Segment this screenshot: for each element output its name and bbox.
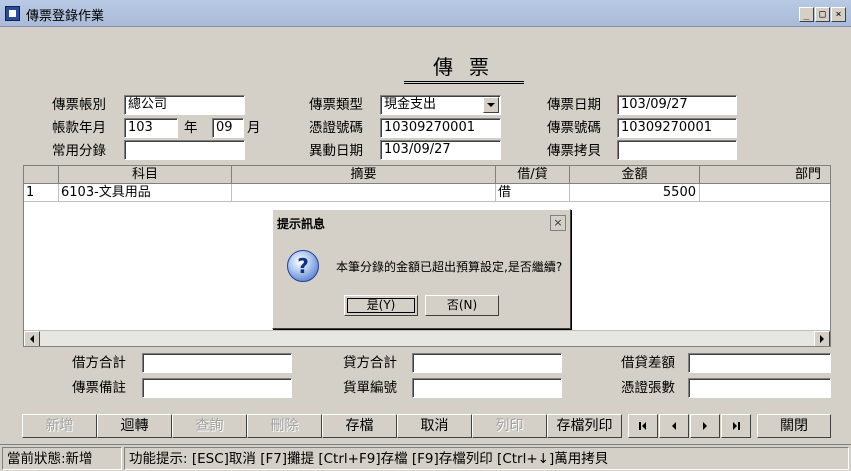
- number-label: 傳票號碼: [547, 120, 601, 136]
- maximize-button[interactable]: □: [815, 7, 830, 22]
- bill-no-label: 貨單編號: [343, 380, 397, 396]
- number-field[interactable]: 10309270001: [617, 118, 737, 138]
- change-date-label: 異動日期: [309, 143, 363, 159]
- scroll-right-button[interactable]: [814, 331, 830, 346]
- difference-label: 借貸差額: [621, 355, 675, 371]
- delete-button[interactable]: 刪除: [247, 414, 322, 438]
- ledger-label: 傳票帳別: [52, 97, 106, 113]
- row-account[interactable]: 6103-文具用品: [59, 184, 232, 202]
- prompt-dialog[interactable]: 提示訊息 × ? 本筆分錄的金額已超出預算設定,是否繼續? 是(Y) 否(N): [272, 209, 571, 329]
- yes-button[interactable]: 是(Y): [344, 295, 418, 316]
- debit-total-label: 借方合計: [72, 355, 126, 371]
- grid-header-dc[interactable]: 借/貸: [496, 166, 570, 184]
- remark-label: 傳票備註: [72, 380, 126, 396]
- voucher-count-label: 憑證張數: [621, 380, 675, 396]
- voucher-count-field[interactable]: [688, 378, 831, 398]
- prev-record-button[interactable]: [659, 414, 689, 438]
- grid-header-summary[interactable]: 摘要: [232, 166, 496, 184]
- bill-no-field[interactable]: [412, 378, 562, 398]
- first-record-button[interactable]: [628, 414, 658, 438]
- row-amount[interactable]: 5500: [570, 184, 700, 202]
- dialog-title: 提示訊息: [277, 217, 326, 231]
- dialog-close-button[interactable]: ×: [550, 215, 566, 231]
- query-button[interactable]: 查詢: [172, 414, 247, 438]
- voucher-no-label: 憑證號碼: [309, 120, 363, 136]
- dialog-message: 本筆分錄的金額已超出預算設定,是否繼續?: [336, 260, 563, 274]
- grid-header: 科目 摘要 借/貸 金額 部門: [24, 166, 830, 184]
- grid-header-amount[interactable]: 金額: [570, 166, 700, 184]
- row-summary[interactable]: [232, 184, 496, 202]
- voucher-no-field[interactable]: 10309270001: [380, 118, 501, 138]
- status-hint: 功能提示: [ESC]取消 [F7]攤提 [Ctrl+F9]存檔 [F9]存檔列…: [124, 447, 849, 470]
- print-button[interactable]: 列印: [472, 414, 547, 438]
- copy-label: 傳票拷貝: [547, 143, 601, 159]
- app-icon: [5, 6, 20, 21]
- grid-header-account[interactable]: 科目: [59, 166, 232, 184]
- no-button[interactable]: 否(N): [425, 295, 499, 316]
- save-button[interactable]: 存檔: [322, 414, 397, 438]
- year-unit: 年: [184, 120, 198, 136]
- horizontal-scrollbar[interactable]: [24, 330, 830, 346]
- period-label: 帳款年月: [52, 120, 106, 136]
- dialog-titlebar[interactable]: 提示訊息 ×: [274, 211, 569, 235]
- save-print-button[interactable]: 存檔列印: [547, 414, 622, 438]
- grid-header-index: [24, 166, 59, 184]
- row-dc[interactable]: 借: [496, 184, 570, 202]
- window-titlebar[interactable]: 傳票登錄作業 _ □ ×: [0, 0, 851, 27]
- type-value: 現金支出: [384, 97, 437, 112]
- first-icon: [639, 422, 646, 430]
- chevron-down-icon[interactable]: [483, 97, 499, 113]
- type-label: 傳票類型: [309, 97, 363, 113]
- row-dept[interactable]: [700, 184, 830, 202]
- month-field[interactable]: 09: [212, 118, 244, 138]
- prev-icon: [672, 422, 676, 430]
- difference-field: [688, 353, 831, 373]
- credit-total-field: [412, 353, 562, 373]
- last-icon: [733, 422, 740, 430]
- form-title: 傳票: [404, 52, 524, 84]
- debit-total-field: [142, 353, 292, 373]
- template-field[interactable]: [124, 140, 245, 160]
- date-label: 傳票日期: [547, 97, 601, 113]
- cancel-button[interactable]: 取消: [397, 414, 472, 438]
- type-select[interactable]: 現金支出: [380, 95, 501, 115]
- credit-total-label: 貸方合計: [343, 355, 397, 371]
- question-icon: ?: [287, 250, 319, 282]
- date-field[interactable]: 103/09/27: [617, 95, 737, 115]
- window-title: 傳票登錄作業: [26, 9, 105, 24]
- scroll-left-button[interactable]: [24, 331, 40, 346]
- change-date-field[interactable]: 103/09/27: [380, 140, 501, 160]
- reverse-button[interactable]: 迴轉: [97, 414, 172, 438]
- month-unit: 月: [247, 120, 261, 136]
- remark-field[interactable]: [142, 378, 292, 398]
- status-state: 當前狀態:新增: [2, 447, 122, 470]
- year-field[interactable]: 103: [124, 118, 178, 138]
- template-label: 常用分錄: [52, 143, 106, 159]
- close-button[interactable]: ×: [831, 7, 846, 22]
- add-button[interactable]: 新增: [22, 414, 97, 438]
- copy-field[interactable]: [617, 140, 737, 160]
- last-record-button[interactable]: [721, 414, 751, 438]
- next-record-button[interactable]: [690, 414, 720, 438]
- next-icon: [703, 422, 707, 430]
- row-index: 1: [24, 184, 59, 202]
- arrow-right-icon: [820, 335, 824, 343]
- close-form-button[interactable]: 關閉: [757, 414, 831, 438]
- arrow-left-icon: [30, 335, 34, 343]
- ledger-field[interactable]: 總公司: [124, 95, 245, 115]
- minimize-button[interactable]: _: [799, 7, 814, 22]
- grid-header-dept[interactable]: 部門: [700, 166, 830, 184]
- status-bar: 當前狀態:新增 功能提示: [ESC]取消 [F7]攤提 [Ctrl+F9]存檔…: [0, 444, 851, 471]
